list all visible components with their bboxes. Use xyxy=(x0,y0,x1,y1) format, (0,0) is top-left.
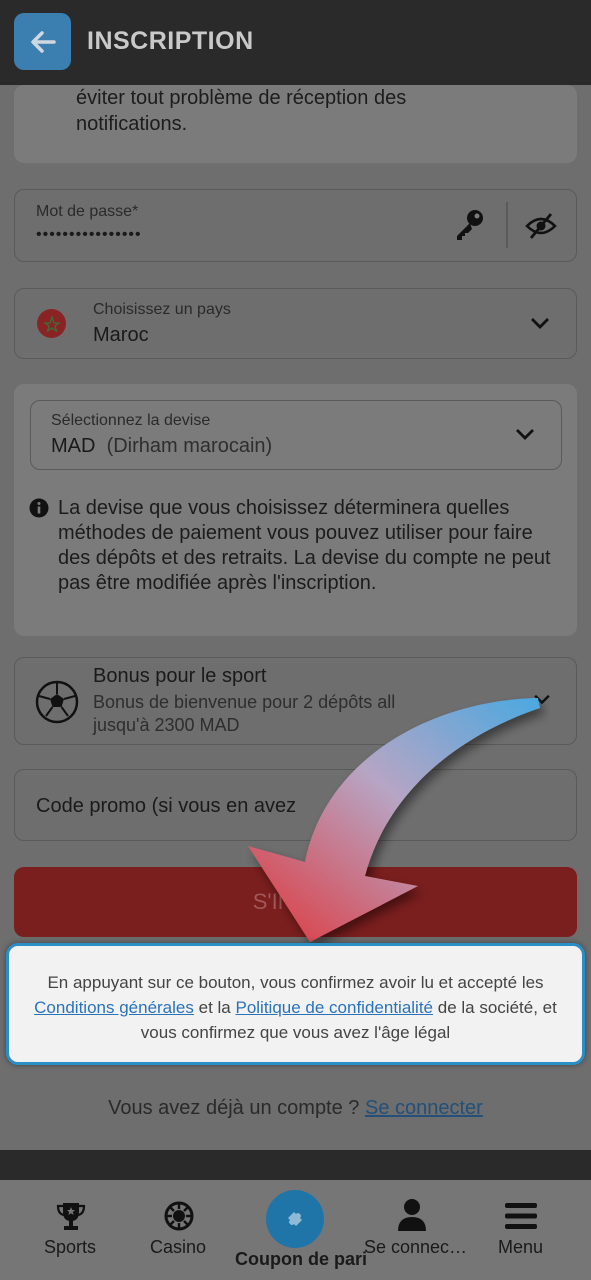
country-label: Choisissez un pays xyxy=(93,301,231,318)
nav-label: Se connec… xyxy=(364,1237,468,1257)
nav-label: Coupon de pari xyxy=(235,1249,367,1269)
eye-slash-icon[interactable] xyxy=(525,212,557,240)
trophy-icon xyxy=(56,1203,86,1230)
login-prompt: Vous avez déjà un compte ? Se connecter xyxy=(0,1097,591,1120)
terms-link[interactable]: Conditions générales xyxy=(34,998,194,1017)
nav-label: Sports xyxy=(44,1237,97,1257)
note-line-1: éviter tout problème de réception des xyxy=(76,87,407,109)
login-prompt-text: Vous avez déjà un compte ? xyxy=(108,1097,360,1119)
currency-label: Sélectionnez la devise xyxy=(51,412,211,429)
page-title: INSCRIPTION xyxy=(87,27,254,55)
nav-label: Casino xyxy=(150,1237,207,1257)
note-line-2: notifications. xyxy=(76,113,188,135)
casino-chip-icon xyxy=(164,1201,194,1231)
currency-value: MAD (Dirham marocain) xyxy=(51,435,272,458)
bottom-divider xyxy=(0,1150,591,1180)
nav-login[interactable]: Se connec… xyxy=(362,1180,467,1280)
login-link[interactable]: Se connecter xyxy=(365,1097,483,1119)
nav-bet-slip[interactable]: Coupon de pari xyxy=(234,1180,367,1280)
user-icon xyxy=(398,1199,426,1231)
nav-casino[interactable]: Casino xyxy=(137,1180,219,1280)
currency-name: (Dirham marocain) xyxy=(106,435,273,457)
password-label: Mot de passe* xyxy=(36,203,139,220)
top-bar: INSCRIPTION xyxy=(0,0,591,85)
curved-arrow-icon xyxy=(248,698,540,942)
morocco-flag-icon xyxy=(37,309,66,338)
privacy-link[interactable]: Politique de confidentialité xyxy=(235,998,433,1017)
back-button[interactable] xyxy=(14,13,71,70)
country-select[interactable]: Choisissez un pays Maroc xyxy=(14,288,577,359)
currency-info-text: La devise que vous choisissez déterminer… xyxy=(58,497,551,594)
nav-label: Menu xyxy=(498,1237,544,1257)
field-divider xyxy=(506,202,508,248)
terms-tooltip: En appuyant sur ce bouton, vous confirme… xyxy=(6,943,585,1065)
currency-code: MAD xyxy=(51,435,96,457)
currency-select[interactable]: Sélectionnez la devise MAD (Dirham maroc… xyxy=(30,400,562,470)
chevron-down-icon xyxy=(531,318,549,329)
currency-card: Sélectionnez la devise MAD (Dirham maroc… xyxy=(14,384,577,636)
bonus-line-2: jusqu'à 2300 MAD xyxy=(93,715,240,735)
soccer-ball-icon xyxy=(35,680,79,724)
bet-slip-circle xyxy=(266,1190,324,1248)
key-icon[interactable] xyxy=(452,207,486,241)
hamburger-icon xyxy=(505,1203,537,1229)
chevron-down-icon xyxy=(516,429,534,440)
notification-note-card: éviter tout problème de réception des no… xyxy=(14,85,577,163)
bottom-nav: Sports Casino Coupon de pari Se connec… … xyxy=(0,1180,591,1280)
country-value: Maroc xyxy=(93,324,149,346)
password-field[interactable]: Mot de passe* •••••••••••••••• xyxy=(14,189,577,262)
ticket-icon xyxy=(288,1212,302,1226)
terms-text: En appuyant sur ce bouton, vous confirme… xyxy=(34,973,557,1042)
password-value: •••••••••••••••• xyxy=(36,226,142,243)
nav-sports[interactable]: Sports xyxy=(30,1180,112,1280)
arrow-left-icon xyxy=(30,30,56,53)
nav-menu[interactable]: Menu xyxy=(480,1180,562,1280)
info-icon xyxy=(29,498,49,518)
